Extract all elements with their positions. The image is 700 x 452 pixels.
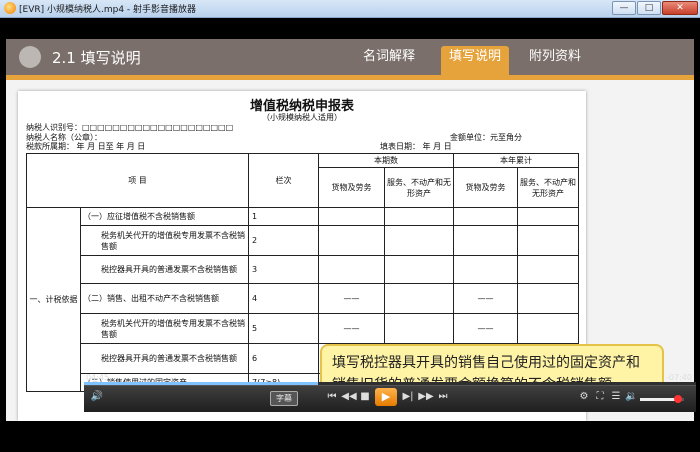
app-logo-icon: [4, 2, 16, 14]
row-label: 税务机关代开的增值税专用发票不含税销售额: [79, 313, 250, 344]
tab-glossary[interactable]: 名词解释: [357, 46, 421, 75]
window-title: [EVR] 小规模纳税人.mp4 - 射手影音播放器: [19, 5, 197, 15]
playlist-icon[interactable]: ☰: [610, 391, 622, 403]
row-label: 税务机关代开的增值税专用发票不含税销售额: [79, 225, 250, 256]
section-title: 2.1 填写说明: [52, 49, 141, 67]
volume-slider-knob[interactable]: [673, 395, 682, 403]
subtitle-button[interactable]: 字幕: [270, 391, 298, 406]
col-current-header: 本期数: [318, 153, 455, 168]
row-line: 2: [248, 225, 320, 256]
col-services-header: 服务、不动产和无形资产: [384, 167, 455, 208]
row-line: 4: [248, 283, 320, 314]
fullscreen-icon[interactable]: ⛶: [594, 391, 606, 403]
col-goods-header: 货物及劳务: [318, 167, 386, 208]
window-bottom-border: [0, 428, 700, 452]
volume-slider[interactable]: [640, 395, 684, 403]
tab-attachments[interactable]: 附列资料: [523, 46, 587, 75]
dash-cell: ——: [453, 313, 519, 344]
amount-unit: 金额单位：元至角分: [450, 133, 522, 142]
volume-slider-fill: [640, 398, 678, 401]
row-line: 3: [248, 255, 320, 284]
row-label: （一）应征增值税不含税销售额: [79, 207, 250, 226]
section-bullet-icon: [19, 46, 41, 68]
next-button[interactable]: ⏭: [436, 391, 450, 403]
dash-cell: ——: [318, 313, 386, 344]
window-titlebar: [EVR] 小规模纳税人.mp4 - 射手影音播放器 — □ ✕: [0, 0, 700, 18]
row-label: 税控器具开具的普通发票不含税销售额: [79, 255, 250, 284]
slide-header: 2.1 填写说明 名词解释 填写说明 附列资料: [6, 39, 694, 80]
row-line: 1: [248, 207, 320, 226]
col-item-header: 项 目: [25, 153, 250, 208]
tab-instructions[interactable]: 填写说明: [441, 46, 509, 75]
side-label: 一、计税依据: [26, 207, 81, 392]
forward-button[interactable]: ▶▶: [418, 391, 434, 403]
fill-date: 填表日期： 年 月 日: [380, 142, 452, 151]
col-ytd-header: 本年累计: [453, 153, 580, 168]
close-button[interactable]: ✕: [662, 1, 698, 15]
stop-button[interactable]: ■: [358, 391, 372, 403]
col-services-ytd-header: 服务、不动产和无形资产: [517, 167, 580, 208]
settings-icon[interactable]: ⚙: [578, 391, 590, 403]
col-goods-ytd-header: 货物及劳务: [453, 167, 519, 208]
row-label: （二）销售、出租不动产不含税销售额: [79, 283, 250, 314]
minimize-button[interactable]: —: [612, 1, 636, 15]
speaker-icon[interactable]: 🔊: [90, 391, 104, 403]
rewind-button[interactable]: ◀◀: [341, 391, 357, 403]
col-line-header: 栏次: [248, 153, 320, 208]
dash-cell: ——: [453, 283, 519, 314]
row-line: 5: [248, 313, 320, 344]
time-elapsed: 04:45: [86, 373, 110, 382]
row-line: 6: [248, 343, 320, 374]
tax-period: 税款所属期： 年 月 日至 年 月 日: [26, 142, 146, 151]
volume-icon[interactable]: 🔉: [625, 391, 637, 403]
dash-cell: ——: [318, 283, 386, 314]
maximize-button[interactable]: □: [637, 1, 661, 15]
play-button[interactable]: ▶: [375, 388, 397, 406]
frame-step-button[interactable]: ▶|: [400, 391, 416, 403]
previous-button[interactable]: ⏮: [325, 391, 339, 403]
video-stage[interactable]: 2.1 填写说明 名词解释 填写说明 附列资料 增值税纳税申报表 （小规模纳税人…: [4, 18, 696, 428]
row-label: 税控器具开具的普通发票不含税销售额: [79, 343, 250, 374]
time-remaining: -07:40: [666, 373, 692, 382]
